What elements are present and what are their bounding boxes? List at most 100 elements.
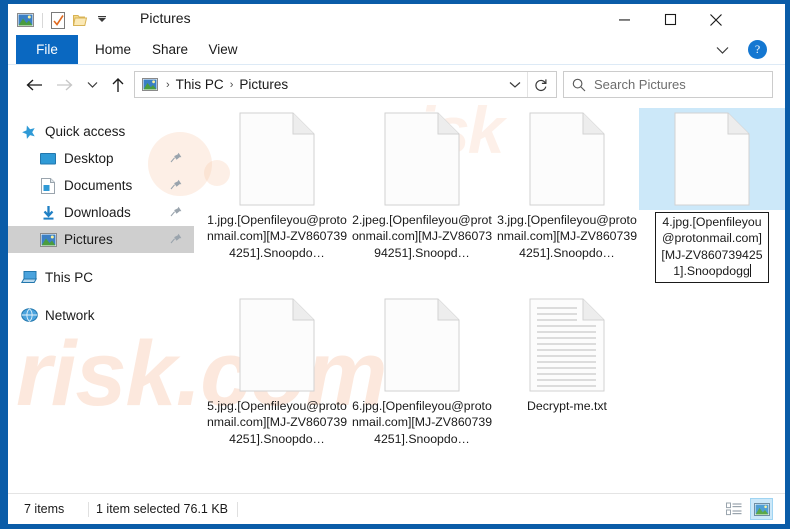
breadcrumb-separator: › bbox=[166, 78, 170, 91]
sidebar-item-documents[interactable]: Documents bbox=[8, 172, 194, 199]
file-thumbnail[interactable] bbox=[204, 294, 350, 396]
new-folder-icon[interactable] bbox=[70, 10, 90, 30]
breadcrumb-this-pc[interactable]: This PC bbox=[176, 77, 224, 92]
pin-icon[interactable] bbox=[170, 178, 182, 193]
file-name[interactable]: 2.jpeg.[Openfileyou@protonmail.com][MJ-Z… bbox=[349, 212, 495, 261]
title-bar: Pictures bbox=[8, 4, 785, 35]
blank-file-icon bbox=[384, 298, 460, 392]
large-icons-view-icon[interactable] bbox=[750, 498, 773, 520]
back-button[interactable] bbox=[22, 73, 46, 97]
tab-view[interactable]: View bbox=[200, 35, 246, 64]
blank-file-icon bbox=[674, 112, 750, 206]
status-item-count: 7 items bbox=[24, 502, 65, 516]
thispc-icon bbox=[20, 269, 38, 287]
sidebar-label: Quick access bbox=[45, 124, 126, 139]
window-title: Pictures bbox=[140, 10, 191, 26]
minimize-button[interactable] bbox=[601, 4, 647, 35]
blank-file-icon bbox=[239, 298, 315, 392]
navigation-pane: Quick access Desktop Documents Downloads… bbox=[8, 104, 194, 494]
file-item[interactable]: 5.jpg.[Openfileyou@protonmail.com][MJ-ZV… bbox=[204, 294, 350, 447]
sidebar-label: Downloads bbox=[64, 205, 131, 220]
file-name[interactable]: 3.jpg.[Openfileyou@protonmail.com][MJ-ZV… bbox=[494, 212, 640, 261]
chevron-down-icon[interactable] bbox=[711, 39, 733, 61]
forward-button[interactable] bbox=[52, 73, 76, 97]
sidebar-label: Documents bbox=[64, 178, 133, 193]
file-name-text: 4.jpg.[Openfileyou@protonmail.com][MJ-ZV… bbox=[661, 215, 763, 279]
file-name[interactable]: 6.jpg.[Openfileyou@protonmail.com][MJ-ZV… bbox=[349, 398, 495, 447]
blank-file-icon bbox=[529, 112, 605, 206]
sidebar-label: This PC bbox=[45, 270, 94, 285]
documents-icon bbox=[39, 177, 57, 195]
customize-dropdown-icon[interactable] bbox=[92, 10, 112, 30]
toolbar-separator bbox=[42, 12, 43, 28]
search-input[interactable]: Search Pictures bbox=[594, 77, 686, 92]
close-button[interactable] bbox=[693, 4, 739, 35]
window-client-area: risk risk.com bbox=[8, 4, 785, 524]
file-item[interactable]: 1.jpg.[Openfileyou@protonmail.com][MJ-ZV… bbox=[204, 108, 350, 261]
sidebar-item-network[interactable]: Network bbox=[8, 302, 194, 329]
up-button[interactable] bbox=[106, 73, 130, 97]
file-thumbnail[interactable] bbox=[494, 108, 640, 210]
blank-file-icon bbox=[384, 112, 460, 206]
breadcrumb-separator: › bbox=[229, 78, 234, 91]
refresh-button[interactable] bbox=[527, 72, 554, 97]
maximize-button[interactable] bbox=[647, 4, 693, 35]
tab-home[interactable]: Home bbox=[86, 35, 140, 64]
sidebar-label: Desktop bbox=[64, 151, 114, 166]
sidebar-item-downloads[interactable]: Downloads bbox=[8, 199, 194, 226]
address-dropdown-icon[interactable] bbox=[504, 72, 526, 97]
search-box[interactable]: Search Pictures bbox=[563, 71, 773, 98]
pictures-icon[interactable] bbox=[15, 10, 35, 30]
downloads-icon bbox=[39, 204, 57, 222]
file-item-selected[interactable]: 4.jpg.[Openfileyou@protonmail.com][MJ-ZV… bbox=[639, 108, 785, 283]
file-thumbnail[interactable] bbox=[349, 294, 495, 396]
file-name[interactable]: 5.jpg.[Openfileyou@protonmail.com][MJ-ZV… bbox=[204, 398, 350, 447]
address-pictures-icon bbox=[142, 78, 158, 91]
star-icon bbox=[20, 123, 38, 141]
recent-locations-button[interactable] bbox=[80, 73, 104, 97]
tab-share[interactable]: Share bbox=[144, 35, 196, 64]
file-item[interactable]: 2.jpeg.[Openfileyou@protonmail.com][MJ-Z… bbox=[349, 108, 495, 261]
file-explorer-window: risk risk.com bbox=[0, 0, 790, 529]
text-file-icon bbox=[529, 298, 605, 392]
help-button[interactable]: ? bbox=[748, 40, 767, 59]
properties-icon[interactable] bbox=[48, 10, 68, 30]
pin-icon[interactable] bbox=[170, 151, 182, 166]
file-name[interactable]: Decrypt-me.txt bbox=[494, 398, 640, 414]
file-item[interactable]: 3.jpg.[Openfileyou@protonmail.com][MJ-ZV… bbox=[494, 108, 640, 261]
desktop-icon bbox=[39, 150, 57, 168]
file-item[interactable]: 6.jpg.[Openfileyou@protonmail.com][MJ-ZV… bbox=[349, 294, 495, 447]
details-view-icon[interactable] bbox=[722, 498, 745, 520]
file-name-rename-input[interactable]: 4.jpg.[Openfileyou@protonmail.com][MJ-ZV… bbox=[655, 212, 769, 283]
pin-icon[interactable] bbox=[170, 232, 182, 247]
file-name[interactable]: 1.jpg.[Openfileyou@protonmail.com][MJ-ZV… bbox=[204, 212, 350, 261]
status-selection-info: 1 item selected 76.1 KB bbox=[96, 502, 229, 516]
sidebar-item-quick-access[interactable]: Quick access bbox=[8, 118, 194, 145]
address-bar-row: › This PC › Pictures Search Pictures bbox=[8, 65, 785, 105]
file-thumbnail[interactable] bbox=[204, 108, 350, 210]
blank-file-icon bbox=[239, 112, 315, 206]
pictures-icon bbox=[39, 231, 57, 249]
file-item[interactable]: Decrypt-me.txt bbox=[494, 294, 640, 414]
status-divider bbox=[237, 502, 238, 517]
breadcrumb-pictures[interactable]: Pictures bbox=[239, 77, 288, 92]
main-content-area: Quick access Desktop Documents Downloads… bbox=[8, 104, 785, 494]
file-list-view[interactable]: 1.jpg.[Openfileyou@protonmail.com][MJ-ZV… bbox=[194, 104, 785, 494]
file-thumbnail[interactable] bbox=[349, 108, 495, 210]
file-thumbnail[interactable] bbox=[639, 108, 785, 210]
pin-icon[interactable] bbox=[170, 205, 182, 220]
tab-file[interactable]: File bbox=[16, 35, 78, 64]
network-icon bbox=[20, 307, 38, 325]
quick-access-toolbar bbox=[15, 9, 114, 31]
sidebar-item-this-pc[interactable]: This PC bbox=[8, 264, 194, 291]
text-caret bbox=[749, 264, 751, 278]
file-thumbnail[interactable] bbox=[494, 294, 640, 396]
sidebar-item-desktop[interactable]: Desktop bbox=[8, 145, 194, 172]
address-bar[interactable]: › This PC › Pictures bbox=[134, 71, 557, 98]
status-divider bbox=[88, 502, 89, 517]
sidebar-item-pictures[interactable]: Pictures bbox=[8, 226, 194, 253]
sidebar-label: Network bbox=[45, 308, 95, 323]
status-bar: 7 items 1 item selected 76.1 KB bbox=[8, 493, 785, 524]
ribbon-tab-bar: File Home Share View ? bbox=[8, 35, 785, 65]
